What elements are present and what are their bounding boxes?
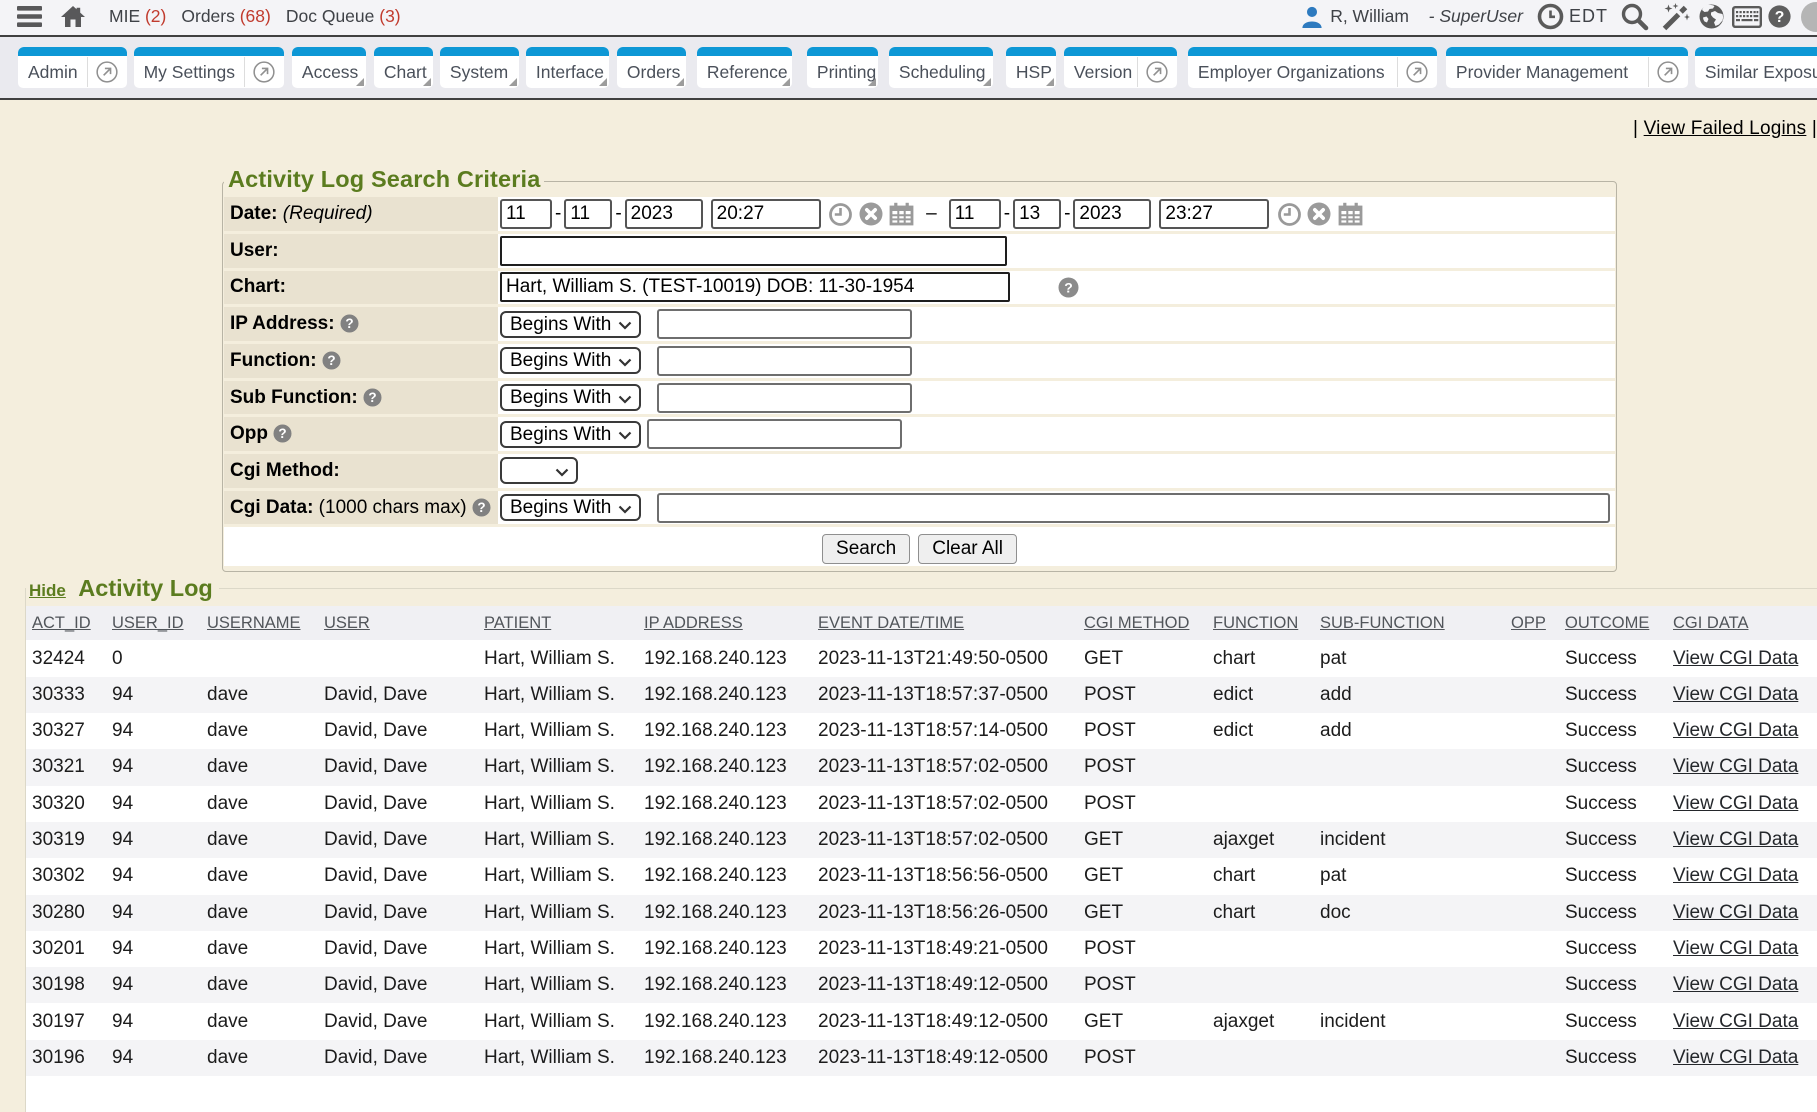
svg-text:?: ? [1775, 9, 1785, 26]
svg-text:?: ? [279, 426, 287, 441]
svg-text:?: ? [345, 316, 353, 331]
svg-text:?: ? [477, 500, 485, 515]
svg-text:?: ? [1064, 279, 1073, 295]
svg-text:?: ? [368, 390, 376, 405]
svg-text:?: ? [327, 353, 335, 368]
